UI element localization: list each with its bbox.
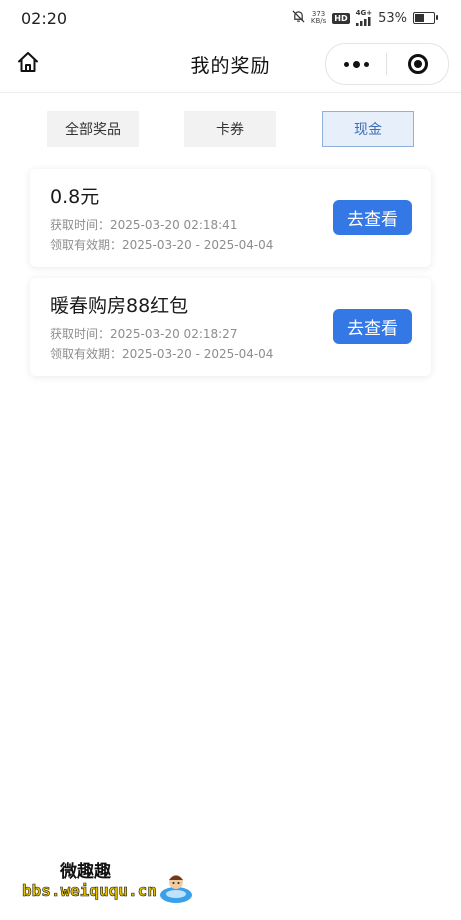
reward-valid-period: 领取有效期：2025-03-20 - 2025-04-04 — [50, 347, 274, 361]
more-dot-icon — [363, 61, 369, 67]
watermark-title: 微趣趣 — [60, 862, 111, 882]
mascot-icon — [158, 869, 194, 909]
tab-all-prizes[interactable]: 全部奖品 — [47, 111, 139, 147]
status-time: 02:20 — [21, 9, 68, 28]
tab-cash[interactable]: 现金 — [322, 111, 414, 147]
net-speed-unit: KB/s — [310, 17, 327, 25]
target-close-icon — [407, 54, 428, 74]
reward-valid-period: 领取有效期：2025-03-20 - 2025-04-04 — [50, 238, 274, 252]
more-dot-icon — [343, 61, 349, 67]
close-mini-program-button[interactable] — [387, 44, 448, 84]
watermark: 微趣趣 bbs.weiququ.cn — [22, 855, 202, 915]
hd-icon: HD — [332, 12, 350, 24]
net-speed: 373 KB/s — [311, 11, 326, 25]
watermark-url: bbs.weiququ.cn — [22, 881, 157, 901]
reward-filter-tabs: 全部奖品 卡券 现金 — [0, 111, 461, 149]
nav-bar: 我的奖励 — [0, 36, 461, 93]
reward-title: 暖春购房88红包 — [50, 295, 189, 317]
status-bar: 02:20 373 KB/s HD 4G+ 53% — [0, 0, 461, 36]
battery-percent: 53% — [378, 10, 407, 26]
view-reward-button[interactable]: 去查看 — [333, 309, 412, 344]
reward-title: 0.8元 — [50, 186, 100, 208]
mini-program-capsule — [325, 43, 449, 85]
more-button[interactable] — [326, 44, 386, 84]
battery-icon — [413, 12, 438, 24]
reward-card: 暖春购房88红包 获取时间：2025-03-20 02:18:27 领取有效期：… — [30, 278, 431, 376]
mute-notification-icon — [292, 10, 305, 26]
network-type: 4G+ — [355, 9, 373, 17]
reward-obtain-time: 获取时间：2025-03-20 02:18:41 — [50, 218, 238, 232]
status-icons: 373 KB/s HD 4G+ 53% — [292, 9, 438, 26]
tab-coupons[interactable]: 卡券 — [184, 111, 276, 147]
reward-obtain-time: 获取时间：2025-03-20 02:18:27 — [50, 327, 238, 341]
more-dot-icon — [352, 60, 360, 68]
battery-fill — [415, 14, 424, 22]
reward-card: 0.8元 获取时间：2025-03-20 02:18:41 领取有效期：2025… — [30, 169, 431, 267]
signal-icon: 4G+ — [355, 9, 373, 26]
view-reward-button[interactable]: 去查看 — [333, 200, 412, 235]
